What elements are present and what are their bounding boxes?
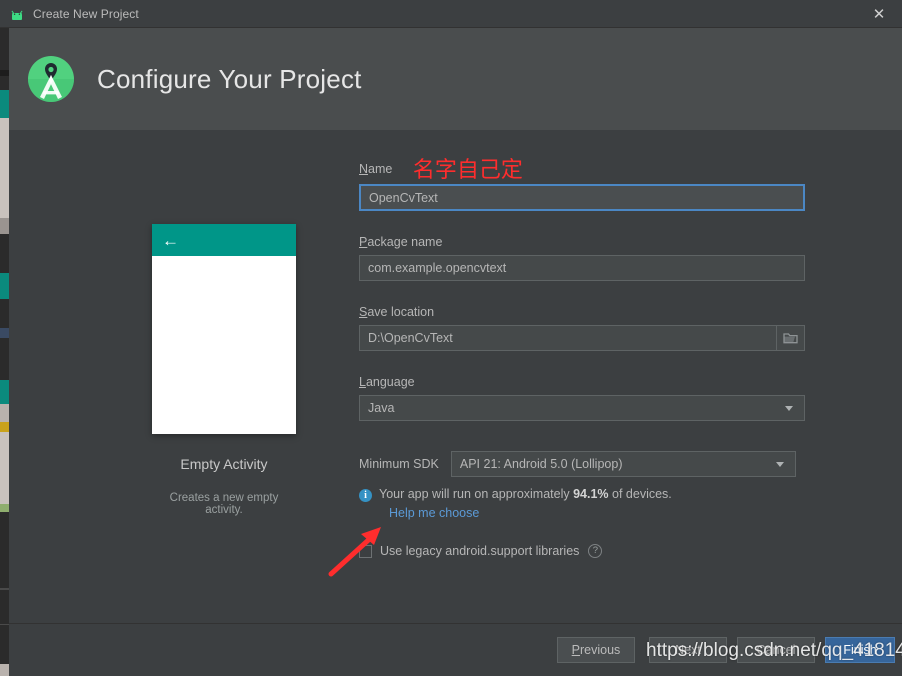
next-button-label: Next <box>675 643 701 657</box>
name-annotation: 名字自己定 <box>412 158 523 183</box>
save-location-input[interactable]: D:\OpenCvText <box>359 325 805 351</box>
device-support-prefix: Your app will run on approximately <box>379 487 574 501</box>
folder-icon[interactable] <box>776 326 804 350</box>
background-window-sliver <box>0 28 9 676</box>
package-name-input[interactable]: com.example.opencvtext <box>359 255 805 281</box>
legacy-libraries-label: Use legacy android.support libraries <box>380 544 580 558</box>
field-language: Language Java <box>359 373 819 421</box>
device-support-suffix: of devices. <box>608 487 672 501</box>
finish-button[interactable]: Finish <box>825 637 895 663</box>
dialog-footer: Previous Next Cancel Finish <box>9 623 902 676</box>
language-label: Language <box>359 375 415 389</box>
minimum-sdk-select-value: API 21: Android 5.0 (Lollipop) <box>459 457 623 471</box>
field-minimum-sdk: Minimum SDK API 21: Android 5.0 (Lollipo… <box>359 451 819 477</box>
page-title: Configure Your Project <box>97 63 362 94</box>
package-name-label: Package name <box>359 235 443 249</box>
save-location-label: Save location <box>359 305 435 319</box>
device-support-info: i Your app will run on approximately 94.… <box>359 487 819 502</box>
create-new-project-dialog: Create New Project ✕ Configure Your Proj… <box>0 0 902 676</box>
dialog-body: ← Empty Activity Creates a new empty act… <box>9 130 902 623</box>
question-mark-icon[interactable]: ? <box>588 544 603 558</box>
minimum-sdk-label: Minimum SDK <box>359 457 439 471</box>
cancel-button[interactable]: Cancel <box>737 637 815 663</box>
chevron-down-icon <box>775 461 784 467</box>
template-description: Creates a new empty activity. <box>169 492 279 516</box>
window-titlebar: Create New Project ✕ <box>0 0 902 28</box>
dialog-header: Configure Your Project <box>9 28 902 130</box>
language-annotation-arrow <box>328 527 381 577</box>
close-icon[interactable]: ✕ <box>856 0 902 28</box>
field-name: Name 名字自己定 OpenCvText <box>359 152 819 211</box>
language-select[interactable]: Java <box>359 395 805 421</box>
android-studio-logo <box>25 53 77 105</box>
next-button[interactable]: Next <box>649 637 727 663</box>
project-config-form: Name 名字自己定 OpenCvText Package name com.e… <box>359 152 819 558</box>
template-name: Empty Activity <box>180 456 268 472</box>
preview-appbar: ← <box>152 224 296 256</box>
save-location-input-value: D:\OpenCvText <box>368 331 453 345</box>
name-input-value: OpenCvText <box>369 190 438 205</box>
device-support-percent: 94.1% <box>573 487 609 501</box>
package-name-input-value: com.example.opencvtext <box>368 261 507 275</box>
android-robot-icon <box>9 6 25 22</box>
info-icon: i <box>359 489 372 502</box>
minimum-sdk-select[interactable]: API 21: Android 5.0 (Lollipop) <box>450 451 796 477</box>
window-title: Create New Project <box>33 6 139 21</box>
previous-button[interactable]: Previous <box>557 637 635 663</box>
legacy-libraries-row[interactable]: Use legacy android.support libraries ? <box>359 544 819 558</box>
preview-card: ← <box>152 224 296 434</box>
field-save-location: Save location D:\OpenCvText <box>359 303 819 351</box>
name-input[interactable]: OpenCvText <box>359 184 805 211</box>
language-select-value: Java <box>368 401 395 415</box>
template-preview: ← Empty Activity Creates a new empty act… <box>152 224 296 516</box>
previous-button-label: Previous <box>571 643 621 657</box>
field-package-name: Package name com.example.opencvtext <box>359 233 819 281</box>
chevron-down-icon <box>785 405 793 411</box>
finish-button-label: Finish <box>843 643 877 657</box>
help-me-choose-link[interactable]: Help me choose <box>389 506 479 520</box>
cancel-button-label: Cancel <box>756 643 796 657</box>
name-label: Name <box>359 162 393 176</box>
back-arrow-icon: ← <box>162 230 179 250</box>
device-support-text: Your app will run on approximately 94.1%… <box>379 487 672 501</box>
